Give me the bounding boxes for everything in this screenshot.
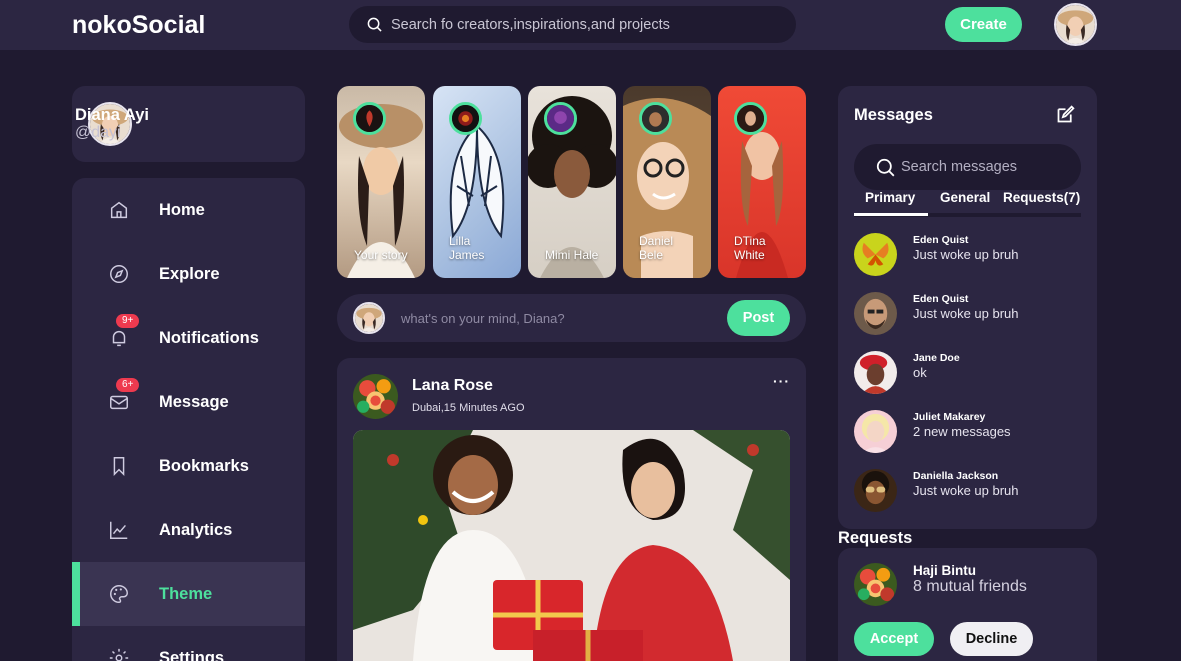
sidebar-item-label: Explore <box>159 264 220 283</box>
active-tab-indicator <box>854 213 928 216</box>
sidebar-item-explore[interactable]: Explore <box>72 242 305 306</box>
message-preview: ok <box>913 365 927 380</box>
post-image[interactable] <box>353 430 790 661</box>
request-name[interactable]: Haji Bintu <box>913 563 976 578</box>
app-logo[interactable]: nokoSocial <box>72 11 205 40</box>
story-card[interactable]: Mimi Hale <box>528 86 616 278</box>
composer-avatar <box>353 302 385 334</box>
message-item[interactable]: Daniella Jackson Just woke up bruh <box>854 469 1081 513</box>
more-options-icon[interactable]: ··· <box>773 373 790 389</box>
sidebar-item-label: Home <box>159 200 205 219</box>
contact-avatar <box>854 292 897 335</box>
message-badge: 6+ <box>116 378 140 392</box>
post-author-avatar[interactable] <box>353 374 398 419</box>
story-avatar <box>544 102 577 135</box>
profile-name: Diana Ayi <box>75 106 149 124</box>
sidebar-item-label: Notifications <box>159 328 259 347</box>
post-meta: Dubai,15 Minutes AGO <box>412 402 525 414</box>
message-preview: Just woke up bruh <box>913 247 1019 262</box>
palette-icon <box>110 585 128 603</box>
contact-avatar <box>854 410 897 453</box>
message-item[interactable]: Juliet Makarey 2 new messages <box>854 410 1081 454</box>
stories-row: Your story Lilla James Mimi Hale Daniel … <box>337 86 806 278</box>
tab-general[interactable]: General <box>940 190 990 205</box>
story-avatar <box>639 102 672 135</box>
accept-button[interactable]: Accept <box>854 622 934 656</box>
sidebar-item-theme[interactable]: Theme <box>72 562 305 626</box>
post-button[interactable]: Post <box>727 300 790 336</box>
story-card[interactable]: DTina White <box>718 86 806 278</box>
message-preview: 2 new messages <box>913 424 1011 439</box>
tab-primary[interactable]: Primary <box>865 190 915 205</box>
story-card[interactable]: Daniel Bele <box>623 86 711 278</box>
messages-search-input[interactable] <box>901 159 1071 175</box>
sidebar-item-analytics[interactable]: Analytics <box>72 498 305 562</box>
request-avatar[interactable] <box>854 563 897 606</box>
compass-icon <box>110 265 128 283</box>
contact-name: Jane Doe <box>913 352 960 364</box>
story-avatar <box>734 102 767 135</box>
sidebar-item-notifications[interactable]: 9+ Notifications <box>72 306 305 370</box>
search-icon <box>367 17 382 32</box>
story-name: Mimi Hale <box>545 248 599 262</box>
message-item[interactable]: Jane Doe ok <box>854 351 1081 395</box>
message-item[interactable]: Eden Quist Just woke up bruh <box>854 292 1081 336</box>
profile-handle: @dayi <box>75 124 121 141</box>
gear-icon <box>109 648 129 661</box>
contact-name: Daniella Jackson <box>913 470 999 482</box>
chart-icon <box>110 521 128 539</box>
create-button[interactable]: Create <box>945 7 1022 42</box>
sidebar-item-settings[interactable]: Settings <box>72 626 305 661</box>
envelope-icon <box>110 395 128 410</box>
sidebar-item-label: Message <box>159 392 229 411</box>
tab-requests[interactable]: Requests(7) <box>1003 190 1080 205</box>
contact-name: Eden Quist <box>913 293 969 305</box>
contact-name: Eden Quist <box>913 234 969 246</box>
story-name: Your story <box>354 248 408 262</box>
story-card[interactable]: Your story <box>337 86 425 278</box>
edit-icon[interactable] <box>1055 104 1076 125</box>
contact-name: Juliet Makarey <box>913 411 986 423</box>
post-input[interactable] <box>401 306 721 330</box>
sidebar-item-bookmarks[interactable]: Bookmarks <box>72 434 305 498</box>
story-name: Daniel Bele <box>639 234 674 262</box>
sidebar-item-label: Bookmarks <box>159 456 249 475</box>
search-icon <box>876 158 895 176</box>
contact-avatar <box>854 351 897 394</box>
messages-search-bar[interactable] <box>854 144 1081 190</box>
sidebar-item-label: Analytics <box>159 520 233 539</box>
sidebar-item-label: Settings <box>159 648 225 661</box>
message-preview: Just woke up bruh <box>913 483 1019 498</box>
bookmark-icon <box>113 457 125 477</box>
requests-title: Requests <box>838 529 913 547</box>
sidebar-item-message[interactable]: 6+ Message <box>72 370 305 434</box>
story-avatar <box>353 102 386 135</box>
home-icon <box>110 201 128 219</box>
bell-icon <box>112 330 126 347</box>
sidebar-item-label: Theme <box>159 584 213 603</box>
mutual-friends: 8 mutual friends <box>913 578 1027 595</box>
global-search-input[interactable] <box>391 16 771 33</box>
story-name: Lilla James <box>449 234 485 262</box>
user-avatar[interactable] <box>1054 3 1097 46</box>
sidebar-nav: Home Explore 9+ Notifications 6+ Message… <box>72 178 305 661</box>
message-item[interactable]: Eden Quist Just woke up bruh <box>854 233 1081 277</box>
contact-avatar <box>854 233 897 276</box>
notification-badge: 9+ <box>116 314 140 328</box>
story-avatar <box>449 102 482 135</box>
story-card[interactable]: Lilla James <box>433 86 521 278</box>
sidebar-item-home[interactable]: Home <box>72 178 305 242</box>
story-name: DTina White <box>734 234 766 262</box>
messages-title: Messages <box>854 106 933 124</box>
global-search-bar[interactable] <box>349 6 796 43</box>
contact-avatar <box>854 469 897 512</box>
message-preview: Just woke up bruh <box>913 306 1019 321</box>
post-author-name[interactable]: Lana Rose <box>412 377 493 395</box>
decline-button[interactable]: Decline <box>950 622 1033 656</box>
